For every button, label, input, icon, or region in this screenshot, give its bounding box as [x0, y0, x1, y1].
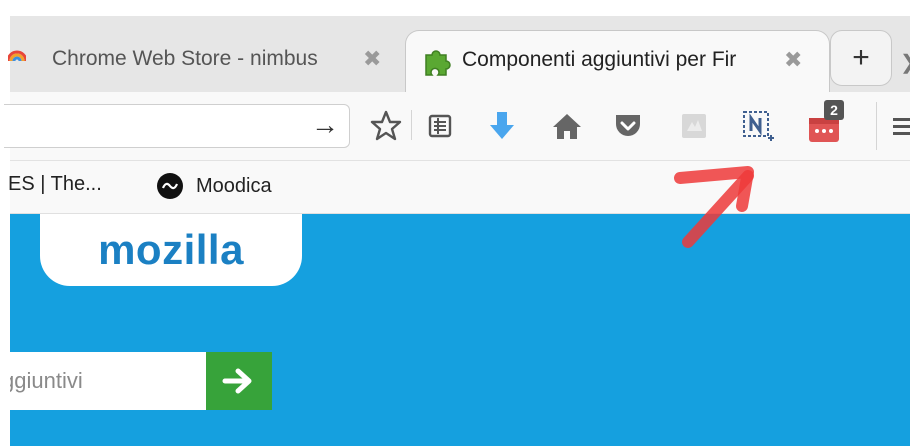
notification-badge: 2: [824, 100, 844, 120]
download-icon[interactable]: [482, 106, 522, 146]
arrow-right-icon: [222, 368, 252, 394]
bookmark-label: Moodica: [196, 174, 272, 197]
rainbow-favicon-icon: [6, 47, 28, 65]
mozilla-logo[interactable]: mozilla: [40, 214, 302, 286]
menu-icon[interactable]: [886, 106, 910, 146]
moodica-icon: [156, 172, 184, 200]
page-content: mozilla: [10, 214, 910, 446]
tab-chrome-web-store[interactable]: Chrome Web Store - nimbus ✖: [6, 30, 405, 92]
bookmarks-toolbar: ES | The... Moodica: [8, 161, 910, 214]
close-icon[interactable]: ✖: [363, 46, 381, 72]
reading-list-icon[interactable]: [420, 106, 460, 146]
navigation-toolbar: → 2: [4, 92, 910, 161]
go-arrow-icon[interactable]: →: [311, 109, 339, 141]
bookmark-item[interactable]: ES | The...: [8, 173, 102, 196]
home-icon[interactable]: [547, 106, 587, 146]
url-bar[interactable]: →: [4, 104, 350, 148]
new-tab-button[interactable]: +: [830, 30, 892, 86]
tab-componenti-aggiuntivi[interactable]: Componenti aggiuntivi per Fir ✖: [405, 30, 830, 92]
bookmark-star-icon[interactable]: [366, 106, 406, 146]
pocket-icon[interactable]: [608, 106, 648, 146]
tab-title: Componenti aggiuntivi per Fir: [462, 48, 737, 71]
logo-text: mozilla: [98, 226, 244, 273]
tab-strip: Chrome Web Store - nimbus ✖ Componenti a…: [6, 16, 910, 92]
bookmark-moodica[interactable]: Moodica: [156, 171, 272, 201]
nimbus-screenshot-icon[interactable]: [738, 106, 778, 146]
addons-search-box[interactable]: [10, 352, 206, 410]
search-input[interactable]: [10, 368, 198, 394]
plus-icon: +: [852, 41, 870, 74]
tab-scroll-chevron-icon[interactable]: ❯: [900, 50, 910, 75]
notification-calendar-icon[interactable]: 2: [804, 100, 848, 146]
browser-window: Chrome Web Store - nimbus ✖ Componenti a…: [0, 0, 910, 446]
toolbar-separator: [411, 110, 412, 140]
close-icon[interactable]: ✖: [784, 47, 802, 73]
toolbar-separator: [876, 102, 877, 150]
extension-gray-icon[interactable]: [674, 106, 714, 146]
search-submit-button[interactable]: [206, 352, 272, 410]
puzzle-piece-icon: [420, 45, 452, 77]
tab-title: Chrome Web Store - nimbus: [52, 47, 318, 70]
